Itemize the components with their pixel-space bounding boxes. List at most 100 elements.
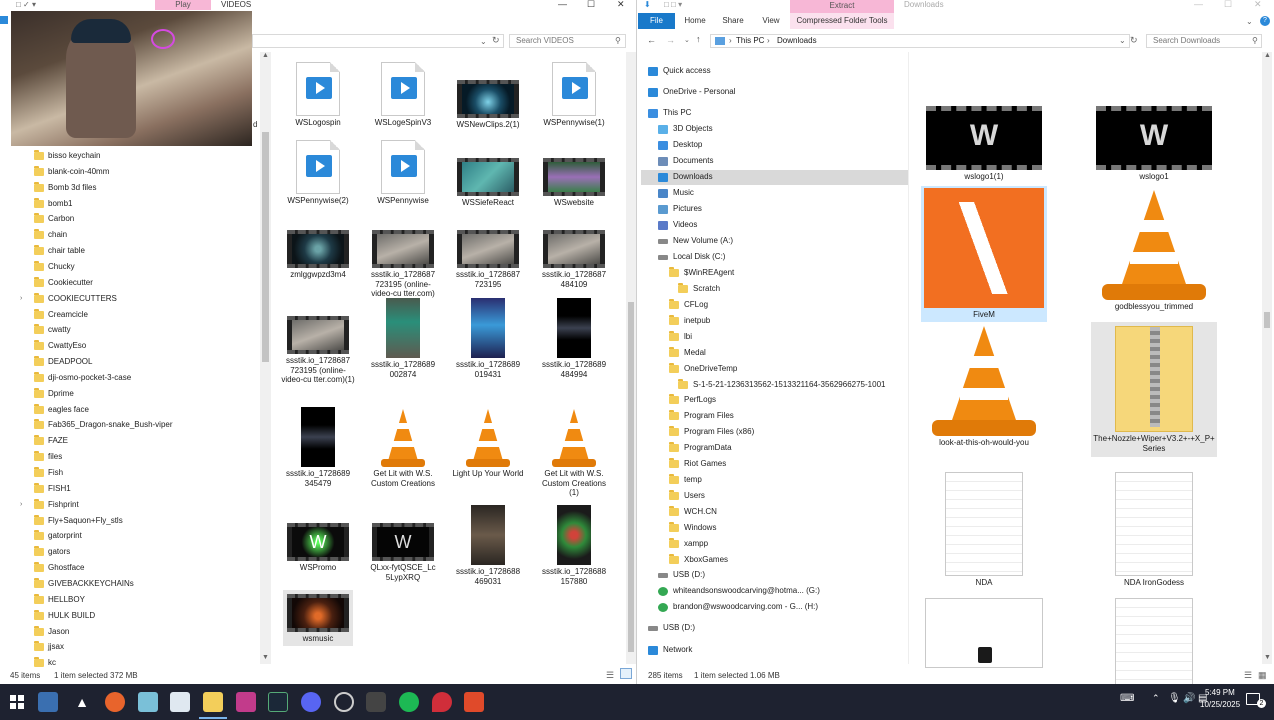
nav-item[interactable]: $WinREAgent bbox=[669, 265, 734, 281]
tab-view[interactable]: View bbox=[754, 13, 788, 29]
clock-date[interactable]: 10/25/2025 bbox=[1200, 700, 1240, 709]
app-icon-2[interactable]: ▲ bbox=[72, 692, 92, 712]
app-icon-5[interactable] bbox=[236, 692, 256, 712]
breadcrumb-downloads[interactable]: Downloads bbox=[777, 35, 817, 47]
tree-item[interactable]: Cookiecutter bbox=[34, 275, 93, 291]
search-input[interactable]: Search Downloads bbox=[1146, 34, 1262, 48]
tree-item[interactable]: Fab365_Dragon-snake_Bush-viper bbox=[34, 417, 173, 433]
file-item[interactable]: ssstik.io_1728687 723195 bbox=[450, 230, 526, 289]
tree-item[interactable]: Dprime bbox=[34, 386, 74, 402]
search-input[interactable]: Search VIDEOS bbox=[509, 34, 626, 48]
tree-item[interactable]: chain bbox=[34, 227, 67, 243]
tree-item[interactable]: Ghostface bbox=[34, 560, 84, 576]
file-item[interactable]: ssstik.io_1728688 157880 bbox=[536, 505, 612, 586]
nav-item[interactable]: brandon@wswoodcarving.com - G... (H:) bbox=[658, 599, 818, 615]
nav-item[interactable]: Videos bbox=[658, 217, 697, 233]
file-item[interactable]: WSPennywise(1) bbox=[536, 62, 612, 128]
file-item[interactable]: ssstik.io_1728689 345479 bbox=[280, 407, 356, 488]
nav-item[interactable]: CFLog bbox=[669, 297, 708, 313]
tree-item[interactable]: Creamcicle bbox=[34, 307, 88, 323]
tree-scrollbar[interactable]: ▲ ▼ bbox=[260, 52, 271, 664]
tab-home[interactable]: Home bbox=[678, 13, 712, 29]
large-icons-view-icon[interactable] bbox=[620, 668, 632, 679]
refresh-icon[interactable]: ↻ bbox=[1130, 35, 1138, 46]
nav-item[interactable]: temp bbox=[669, 472, 702, 488]
nav-item[interactable]: Local Disk (C:) bbox=[658, 249, 725, 265]
volume-icon[interactable]: 🔊 bbox=[1183, 693, 1195, 704]
scroll-thumb[interactable] bbox=[262, 132, 269, 362]
nav-item[interactable]: Downloads bbox=[658, 169, 713, 185]
scroll-down-icon[interactable]: ▼ bbox=[1264, 654, 1271, 661]
tree-item[interactable]: bisso keychain bbox=[34, 148, 100, 164]
tree-item[interactable]: jjsax bbox=[34, 639, 64, 655]
file-item[interactable]: ssstik.io_1728689 484994 bbox=[536, 298, 612, 379]
nav-item[interactable]: 3D Objects bbox=[658, 121, 713, 137]
nav-item[interactable]: Desktop bbox=[658, 137, 702, 153]
nav-item[interactable]: OneDriveTemp bbox=[669, 361, 737, 377]
nav-item[interactable]: ProgramData bbox=[669, 440, 732, 456]
file-item[interactable]: WSPennywise(2) bbox=[280, 140, 356, 206]
nav-item[interactable]: whiteandsonswoodcarving@hotma... (G:) bbox=[658, 583, 820, 599]
nav-item[interactable]: Medal bbox=[669, 345, 706, 361]
nav-item[interactable]: inetpub bbox=[669, 313, 710, 329]
file-item[interactable]: zmlggwpzd3m4 bbox=[280, 230, 356, 280]
file-item[interactable]: Get Lit with W.S. Custom Creations bbox=[365, 405, 441, 488]
file-item[interactable]: NDA bbox=[921, 472, 1047, 588]
file-item[interactable]: Wwslogo1(1) bbox=[921, 106, 1047, 182]
ribbon-tab-extract[interactable]: Extract bbox=[790, 0, 894, 13]
expand-chevron-icon[interactable]: › bbox=[20, 295, 22, 302]
tree-item[interactable]: gators bbox=[34, 544, 70, 560]
tree-item[interactable]: gatorprint bbox=[34, 528, 82, 544]
scroll-up-icon[interactable]: ▲ bbox=[262, 52, 269, 59]
tree-item[interactable]: eagles face bbox=[34, 402, 89, 418]
scroll-down-icon[interactable]: ▼ bbox=[262, 654, 269, 661]
tree-item[interactable]: FAZE bbox=[34, 433, 68, 449]
steam-icon[interactable] bbox=[268, 692, 288, 712]
dropdown-icon[interactable]: ⌄ bbox=[480, 37, 487, 46]
nav-item[interactable]: Windows bbox=[669, 520, 716, 536]
spotify-icon[interactable] bbox=[399, 692, 419, 712]
quick-access-toolbar[interactable]: □ □ ▾ bbox=[664, 0, 682, 9]
nav-item[interactable]: WCH.CN bbox=[669, 504, 717, 520]
tree-item[interactable]: FISH1 bbox=[34, 481, 71, 497]
tree-item[interactable]: Fishprint bbox=[34, 497, 79, 513]
close-icon[interactable]: ✕ bbox=[617, 0, 625, 9]
app-icon-4[interactable] bbox=[170, 692, 190, 712]
file-item[interactable]: WSPennywise bbox=[365, 140, 441, 206]
file-item[interactable]: WSLogospin bbox=[280, 62, 356, 128]
ribbon-tab-play[interactable]: Play bbox=[155, 0, 211, 10]
keyboard-icon[interactable]: ⌨ bbox=[1120, 693, 1134, 704]
tab-compressed-folder-tools[interactable]: Compressed Folder Tools bbox=[790, 13, 894, 29]
address-bar[interactable] bbox=[252, 34, 504, 48]
maximize-icon[interactable]: ☐ bbox=[1224, 0, 1232, 9]
minimize-icon[interactable]: — bbox=[558, 0, 567, 9]
search-icon[interactable]: ⚲ bbox=[1252, 36, 1258, 45]
file-item[interactable]: WSSiefeReact bbox=[450, 158, 526, 208]
file-item[interactable]: ssstik.io_1728687 723195 (online-video-c… bbox=[365, 230, 441, 299]
file-item[interactable]: W QLxx-fytQSCE_Lc 5LypXRQ bbox=[365, 523, 441, 582]
nav-item[interactable]: PerfLogs bbox=[669, 392, 716, 408]
tab-share[interactable]: Share bbox=[716, 13, 750, 29]
nav-item[interactable]: Pictures bbox=[658, 201, 702, 217]
tree-item[interactable]: cwatty bbox=[34, 322, 71, 338]
nav-item[interactable]: Program Files (x86) bbox=[669, 424, 754, 440]
tree-item[interactable]: CwattyEso bbox=[34, 338, 86, 354]
nav-item[interactable]: Users bbox=[669, 488, 705, 504]
tab-file[interactable]: File bbox=[638, 13, 675, 29]
file-item[interactable]: godblessyou_trimmed bbox=[1091, 186, 1217, 312]
file-item[interactable]: FiveM bbox=[921, 186, 1047, 322]
nav-item[interactable]: USB (D:) bbox=[658, 567, 705, 583]
tree-item[interactable]: Carbon bbox=[34, 211, 74, 227]
search-icon[interactable]: ⚲ bbox=[615, 36, 621, 45]
app-icon-1[interactable] bbox=[38, 692, 58, 712]
microphone-icon[interactable]: 🎙 bbox=[1168, 693, 1181, 704]
file-item[interactable]: look-at-this-oh-would-you bbox=[921, 322, 1047, 448]
file-item[interactable]: WSNewClips.2(1) bbox=[450, 80, 526, 130]
clock-time[interactable]: 5:49 PM bbox=[1205, 688, 1235, 697]
tree-item[interactable]: HELLBOY bbox=[34, 592, 85, 608]
large-icons-view-icon[interactable]: ▦ bbox=[1258, 670, 1267, 681]
expand-chevron-icon[interactable]: › bbox=[20, 501, 22, 508]
nav-item[interactable]: Music bbox=[658, 185, 694, 201]
back-icon[interactable]: ← bbox=[647, 35, 656, 45]
tree-item[interactable]: bomb1 bbox=[34, 196, 72, 212]
